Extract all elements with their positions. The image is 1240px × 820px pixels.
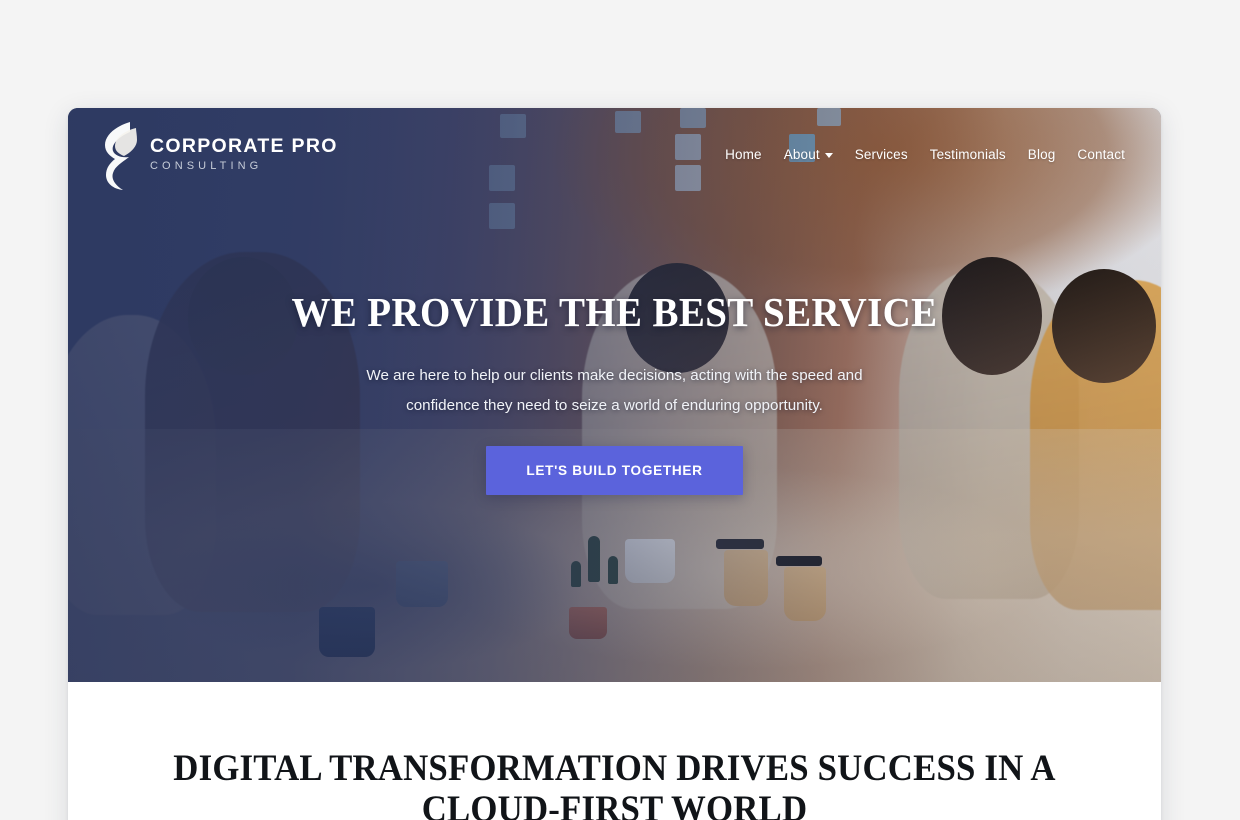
nav-label: Blog xyxy=(1027,146,1056,162)
chevron-down-icon xyxy=(824,152,833,158)
nav-label: Home xyxy=(725,146,762,162)
hero-content: WE PROVIDE THE BEST SERVICE We are here … xyxy=(68,289,1161,496)
nav-item-about[interactable]: About xyxy=(784,147,833,162)
section-heading: DIGITAL TRANSFORMATION DRIVES SUCCESS IN… xyxy=(173,748,1056,820)
brand-name: CORPORATE PRO xyxy=(150,134,338,157)
hero-section: CORPORATE PRO CONSULTING Home About Serv… xyxy=(68,108,1161,682)
nav-item-home[interactable]: Home xyxy=(725,147,762,162)
hero-cta-wrapper: LET'S BUILD TOGETHER xyxy=(128,446,1101,496)
intro-section: DIGITAL TRANSFORMATION DRIVES SUCCESS IN… xyxy=(68,682,1161,820)
main-navigation: Home About Services Testimonials Blog Co… xyxy=(725,147,1125,162)
nav-item-blog[interactable]: Blog xyxy=(1028,147,1056,162)
nav-label: Testimonials xyxy=(929,146,1006,162)
nav-label: Services xyxy=(854,146,908,162)
brand-tagline: CONSULTING xyxy=(150,160,263,173)
hero-subtitle: We are here to help our clients make dec… xyxy=(366,367,863,415)
nav-label: Contact xyxy=(1077,146,1125,162)
nav-item-testimonials[interactable]: Testimonials xyxy=(930,147,1006,162)
flame-ribbon-logo-icon xyxy=(105,122,137,190)
site-header: CORPORATE PRO CONSULTING Home About Serv… xyxy=(68,108,1161,200)
nav-label: About xyxy=(783,146,820,162)
brand-logo[interactable]: CORPORATE PRO CONSULTING xyxy=(96,116,338,192)
hero-title: WE PROVIDE THE BEST SERVICE xyxy=(291,289,938,335)
nav-item-services[interactable]: Services xyxy=(855,147,908,162)
site-preview-card: CORPORATE PRO CONSULTING Home About Serv… xyxy=(68,108,1161,820)
nav-item-contact[interactable]: Contact xyxy=(1077,147,1125,162)
lets-build-together-button[interactable]: LET'S BUILD TOGETHER xyxy=(486,446,743,496)
